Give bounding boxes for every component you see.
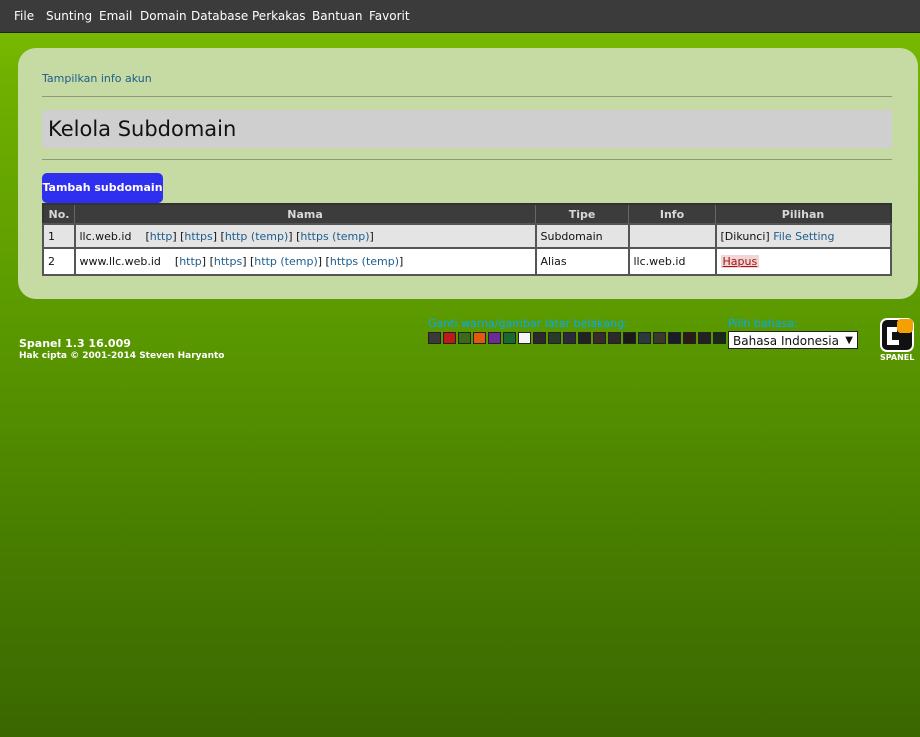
delete-button[interactable]: Hapus — [720, 255, 760, 268]
cell-name: llc.web.id [http] [https] [http (temp)] … — [73, 223, 537, 249]
cell-info — [627, 223, 717, 249]
col-header-info: Info — [628, 203, 716, 225]
language-select[interactable]: Bahasa Indonesia ▼ — [728, 331, 858, 349]
subdomain-name: llc.web.id — [79, 229, 132, 243]
menu-perkakas[interactable]: Perkakas — [252, 9, 306, 23]
color-swatch[interactable] — [503, 332, 516, 344]
link-http-temp[interactable]: http (temp) — [225, 230, 288, 243]
color-swatch[interactable] — [548, 332, 561, 344]
cell-type: Alias — [534, 247, 630, 276]
link-http[interactable]: http — [150, 230, 173, 243]
cell-name: www.llc.web.id [http] [https] [http (tem… — [73, 247, 537, 276]
color-swatch[interactable] — [533, 332, 546, 344]
chevron-down-icon: ▼ — [845, 335, 853, 346]
divider — [42, 159, 892, 160]
color-swatch[interactable] — [608, 332, 621, 344]
link-https-temp[interactable]: https (temp) — [330, 255, 399, 268]
menu-domain[interactable]: Domain — [140, 9, 187, 23]
menu-bantuan[interactable]: Bantuan — [312, 9, 362, 23]
col-header-no: No. — [42, 203, 75, 225]
table-row: 1 llc.web.id [http] [https] [http (temp)… — [42, 223, 892, 249]
page-title: Kelola Subdomain — [48, 117, 237, 141]
cell-info: llc.web.id — [627, 247, 717, 276]
color-swatch[interactable] — [593, 332, 606, 344]
color-swatch[interactable] — [713, 332, 726, 344]
page-title-box: Kelola Subdomain — [42, 110, 892, 148]
cell-no: 1 — [42, 223, 76, 249]
add-subdomain-button[interactable]: Tambah subdomain — [42, 173, 163, 203]
cell-options: Hapus — [714, 247, 892, 276]
link-http-temp[interactable]: http (temp) — [254, 255, 317, 268]
link-https[interactable]: https — [184, 230, 212, 243]
account-info-link[interactable]: Tampilkan info akun — [42, 72, 152, 85]
logo-text: SPANEL — [880, 353, 915, 362]
color-swatch[interactable] — [488, 332, 501, 344]
color-swatch[interactable] — [653, 332, 666, 344]
color-swatch[interactable] — [563, 332, 576, 344]
color-swatch[interactable] — [458, 332, 471, 344]
color-swatch[interactable] — [698, 332, 711, 344]
col-header-name: Nama — [74, 203, 536, 225]
cell-options: [Dikunci] File Setting — [714, 223, 892, 249]
menu-bar: File Sunting Email Domain Database Perka… — [0, 0, 920, 33]
color-swatch[interactable] — [623, 332, 636, 344]
language-selected-value: Bahasa Indonesia — [733, 334, 839, 348]
table-row: 2 www.llc.web.id [http] [https] [http (t… — [42, 247, 892, 276]
menu-favorit[interactable]: Favorit — [369, 9, 410, 23]
color-picker-label: Ganti warna/gambar latar belakang: — [428, 317, 628, 330]
menu-file[interactable]: File — [14, 9, 34, 23]
menu-database[interactable]: Database — [191, 9, 248, 23]
subdomain-table: No. Nama Tipe Info Pilihan 1 llc.web.id … — [42, 203, 892, 276]
link-https-temp[interactable]: https (temp) — [300, 230, 369, 243]
color-swatch[interactable] — [443, 332, 456, 344]
menu-email[interactable]: Email — [99, 9, 132, 23]
link-https[interactable]: https — [214, 255, 242, 268]
menu-sunting[interactable]: Sunting — [46, 9, 92, 23]
col-header-type: Tipe — [535, 203, 629, 225]
cell-type: Subdomain — [534, 223, 630, 249]
locked-label: [Dikunci] — [720, 229, 770, 243]
color-swatch[interactable] — [668, 332, 681, 344]
color-swatch[interactable] — [518, 332, 531, 344]
col-header-options: Pilihan — [715, 203, 892, 225]
subdomain-name: www.llc.web.id — [79, 255, 161, 268]
color-swatch[interactable] — [578, 332, 591, 344]
cell-no: 2 — [42, 247, 76, 276]
color-swatch[interactable] — [473, 332, 486, 344]
link-http[interactable]: http — [179, 255, 202, 268]
copyright-text: Hak cipta © 2001-2014 Steven Haryanto — [19, 351, 225, 361]
file-setting-link[interactable]: File Setting — [773, 230, 834, 243]
color-swatch[interactable] — [428, 332, 441, 344]
main-panel: Tampilkan info akun Kelola Subdomain Tam… — [18, 48, 918, 299]
color-swatch[interactable] — [638, 332, 651, 344]
language-label: Pilih bahasa: — [728, 317, 798, 330]
version-text: Spanel 1.3 16.009 — [19, 337, 131, 350]
color-swatch[interactable] — [683, 332, 696, 344]
color-swatches — [428, 332, 756, 344]
divider — [42, 96, 892, 97]
